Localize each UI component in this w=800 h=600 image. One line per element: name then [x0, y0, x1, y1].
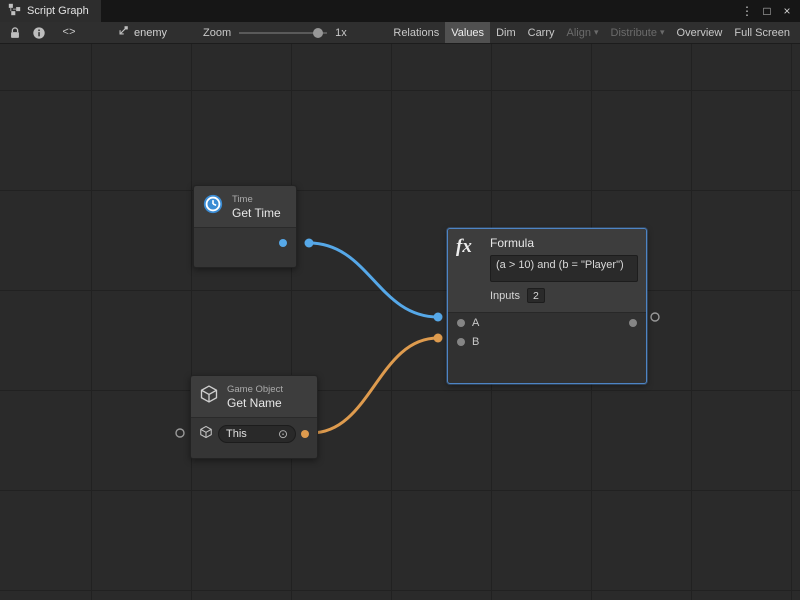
dim-button[interactable]: Dim [490, 22, 522, 43]
node-formula[interactable]: fx Formula (a > 10) and (b = "Player") I… [447, 228, 647, 384]
relations-button[interactable]: Relations [387, 22, 445, 43]
graph-asset-icon [116, 25, 129, 41]
wire-orange-end-dot[interactable] [434, 334, 443, 343]
get-name-target-row: This ⊙ [199, 424, 309, 444]
inputs-count-input[interactable]: 2 [527, 288, 545, 303]
wire-time-to-formula-a[interactable] [309, 243, 438, 317]
get-time-output-port[interactable] [279, 239, 287, 247]
node-formula-header[interactable]: fx Formula (a > 10) and (b = "Player") I… [448, 229, 646, 312]
formula-expression-input[interactable]: (a > 10) and (b = "Player") [490, 255, 638, 282]
object-picker-icon[interactable]: ⊙ [278, 428, 288, 440]
node-get-name-body: This ⊙ [191, 418, 317, 458]
port-row-a: A [448, 313, 646, 332]
align-button-label: Align [567, 27, 591, 39]
formula-output-port[interactable] [629, 319, 637, 327]
close-icon[interactable]: × [778, 2, 796, 20]
port-row-b: B [448, 332, 646, 351]
wire-blue-start-dot[interactable] [305, 239, 314, 248]
node-category: Game Object [227, 384, 283, 396]
formula-fx-icon: fx [456, 236, 486, 303]
node-get-name-header[interactable]: Game Object Get Name [191, 376, 317, 418]
graph-owner[interactable]: enemy [116, 25, 167, 41]
tab-script-graph[interactable]: Script Graph [0, 0, 101, 22]
graph-icon [8, 3, 21, 19]
target-object-value: This [226, 428, 247, 440]
inputs-label: Inputs [490, 290, 520, 302]
wire-blue-end-dot[interactable] [434, 313, 443, 322]
window-title: Script Graph [27, 5, 89, 17]
graph-toolbar: <> enemy Zoom 1x Re [0, 22, 800, 44]
cube-icon [199, 384, 219, 409]
zoom-slider[interactable] [239, 27, 327, 39]
unconnected-output-circle[interactable] [651, 313, 659, 321]
toolbar-buttons: Relations Values Dim Carry Align ▾ Distr… [387, 22, 796, 43]
clock-icon [202, 193, 224, 220]
node-title: Formula [490, 236, 638, 250]
full-screen-button[interactable]: Full Screen [728, 22, 796, 43]
formula-inputs-row: Inputs 2 [490, 288, 638, 303]
formula-input-port-b[interactable] [457, 338, 465, 346]
chevron-down-icon: ▾ [660, 28, 665, 37]
values-button[interactable]: Values [445, 22, 490, 43]
align-button[interactable]: Align ▾ [561, 22, 605, 43]
wire-getname-to-formula-b[interactable] [311, 338, 438, 433]
node-category: Time [232, 194, 281, 206]
target-object-field[interactable]: This ⊙ [218, 425, 296, 443]
formula-input-port-a[interactable] [457, 319, 465, 327]
node-get-name[interactable]: Game Object Get Name [190, 375, 318, 459]
node-title: Get Time [232, 206, 281, 220]
carry-button[interactable]: Carry [522, 22, 561, 43]
overview-button[interactable]: Overview [671, 22, 729, 43]
graph-owner-label: enemy [134, 27, 167, 39]
node-title: Get Name [227, 396, 283, 410]
zoom-slider-handle[interactable] [313, 28, 323, 38]
window-menu-icon[interactable]: ⋮ [738, 2, 756, 20]
maximize-icon[interactable]: □ [758, 2, 776, 20]
cube-icon-small [199, 425, 213, 444]
window-controls: ⋮ □ × [738, 0, 800, 22]
port-label-b: B [472, 336, 479, 348]
script-graph-window: Script Graph ⋮ □ × <> [0, 0, 800, 600]
zoom-control: Zoom 1x [203, 27, 347, 39]
zoom-label: Zoom [203, 27, 231, 39]
get-name-output-port[interactable] [301, 430, 309, 438]
unconnected-input-circle[interactable] [176, 429, 184, 437]
node-get-time-header[interactable]: Time Get Time [194, 186, 296, 228]
distribute-button[interactable]: Distribute ▾ [605, 22, 671, 43]
zoom-value: 1x [335, 27, 347, 39]
wires-layer [0, 44, 800, 600]
info-icon[interactable] [28, 23, 50, 43]
graph-canvas[interactable]: Time Get Time fx Formula (a > 10) and (b… [0, 44, 800, 600]
node-get-time[interactable]: Time Get Time [193, 185, 297, 268]
node-get-time-body [194, 228, 296, 267]
code-view-icon[interactable]: <> [52, 23, 86, 43]
distribute-button-label: Distribute [611, 27, 657, 39]
port-label-a: A [472, 317, 479, 329]
titlebar: Script Graph ⋮ □ × [0, 0, 800, 22]
node-formula-ports: A B [448, 312, 646, 383]
lock-icon[interactable] [4, 23, 26, 43]
chevron-down-icon: ▾ [594, 28, 599, 37]
